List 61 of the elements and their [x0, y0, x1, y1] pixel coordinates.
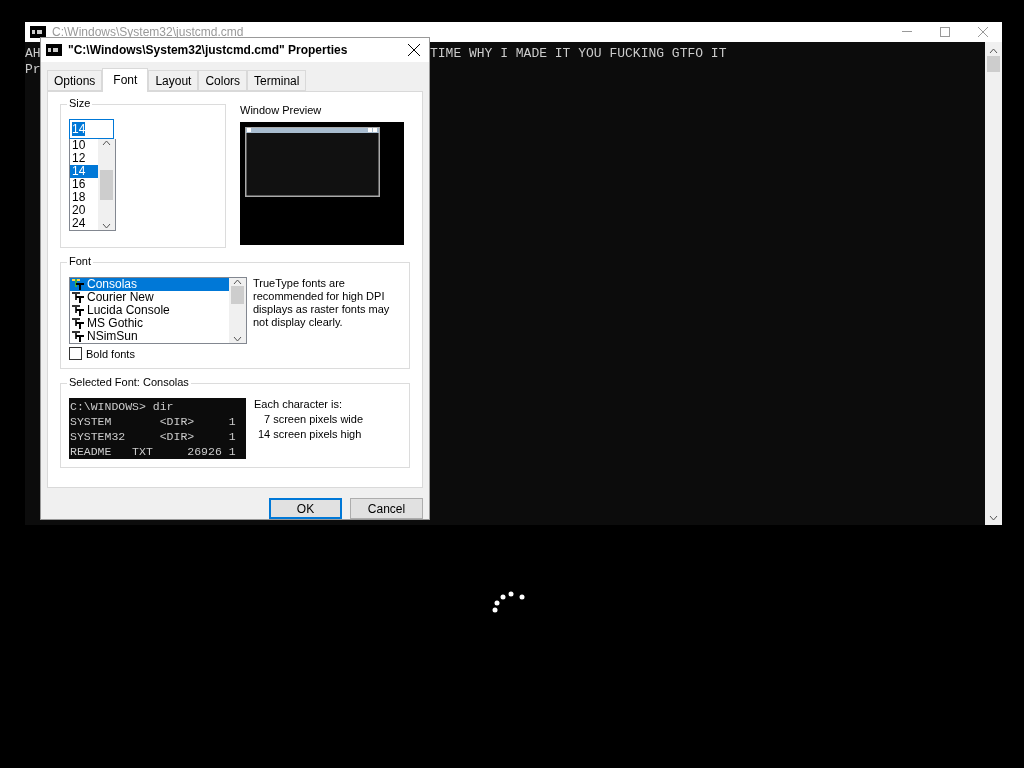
- list-item[interactable]: 14: [70, 165, 98, 178]
- console-text: AH: [25, 46, 42, 62]
- scroll-down-icon: [233, 335, 242, 343]
- console-text: Pr: [25, 62, 42, 78]
- list-item[interactable]: Courier New: [70, 291, 229, 304]
- console-icon: [30, 26, 46, 38]
- scroll-down-icon: [989, 515, 998, 521]
- ok-button[interactable]: OK: [269, 498, 342, 519]
- tab[interactable]: Layout: [148, 70, 199, 91]
- close-icon: [408, 44, 420, 56]
- tab[interactable]: Font: [102, 68, 149, 92]
- scroll-up-icon: [989, 48, 998, 54]
- list-item[interactable]: 18: [70, 191, 98, 204]
- minimize-icon: [902, 31, 912, 33]
- list-item[interactable]: MS Gothic: [70, 317, 229, 330]
- scroll-thumb[interactable]: [231, 286, 244, 304]
- truetype-icon: [72, 305, 84, 316]
- list-item[interactable]: Consolas: [70, 278, 229, 291]
- bold-checkbox[interactable]: [69, 347, 82, 360]
- font-note: TrueType fonts are recommended for high DPI displays as raster fonts may not display clearly.: [253, 277, 391, 330]
- group-label: Font: [67, 255, 93, 267]
- scrollbar[interactable]: [98, 139, 115, 230]
- scrollbar[interactable]: [229, 278, 246, 343]
- sample-text: C:\WINDOWS> dir: [70, 399, 175, 414]
- truetype-icon: [72, 279, 84, 290]
- truetype-icon: [72, 292, 84, 303]
- maximize-icon: [940, 27, 950, 37]
- section-label: Window Preview: [240, 104, 323, 116]
- sample-text: SYSTEM32 <DIR> 1: [70, 429, 237, 444]
- scroll-up-icon: [102, 139, 111, 147]
- list-item[interactable]: 20: [70, 204, 98, 217]
- list-item[interactable]: 16: [70, 178, 98, 191]
- close-icon: [978, 27, 988, 37]
- truetype-icon: [72, 331, 84, 342]
- tab[interactable]: Colors: [198, 70, 248, 91]
- sample-text: SYSTEM <DIR> 1: [70, 414, 237, 429]
- console-icon: [46, 44, 62, 56]
- group-label: Size: [67, 97, 93, 109]
- info-text: Each character is:: [254, 398, 344, 410]
- window-title: C:\Windows\System32\justcmd.cmd: [52, 25, 244, 39]
- group-label: Selected Font: Consolas: [67, 376, 191, 388]
- list-item[interactable]: Lucida Console: [70, 304, 229, 317]
- sample-text: README TXT 26926 1: [70, 444, 237, 459]
- list-item[interactable]: 12: [70, 152, 98, 165]
- scroll-thumb[interactable]: [987, 56, 1000, 72]
- list-item[interactable]: 24: [70, 217, 98, 230]
- cancel-button[interactable]: Cancel: [350, 498, 423, 519]
- console-text: TIME WHY I MADE IT YOU FUCKING GTFO IT: [430, 46, 727, 62]
- info-text: 7 screen pixels wide: [263, 413, 364, 425]
- info-text: 14 screen pixels high: [257, 428, 363, 440]
- checkbox-label: Bold fonts: [86, 347, 135, 360]
- list-item[interactable]: NSimSun: [70, 330, 229, 343]
- scrollbar[interactable]: [985, 42, 1002, 525]
- tab[interactable]: Terminal: [247, 70, 307, 91]
- truetype-icon: [72, 318, 84, 329]
- scroll-thumb[interactable]: [100, 169, 113, 200]
- scroll-down-icon: [102, 222, 111, 230]
- dialog-title: "C:\Windows\System32\justcmd.cmd" Properties: [68, 43, 348, 57]
- tab[interactable]: Options: [47, 70, 103, 91]
- list-item[interactable]: 10: [70, 139, 98, 152]
- scroll-up-icon: [233, 278, 242, 286]
